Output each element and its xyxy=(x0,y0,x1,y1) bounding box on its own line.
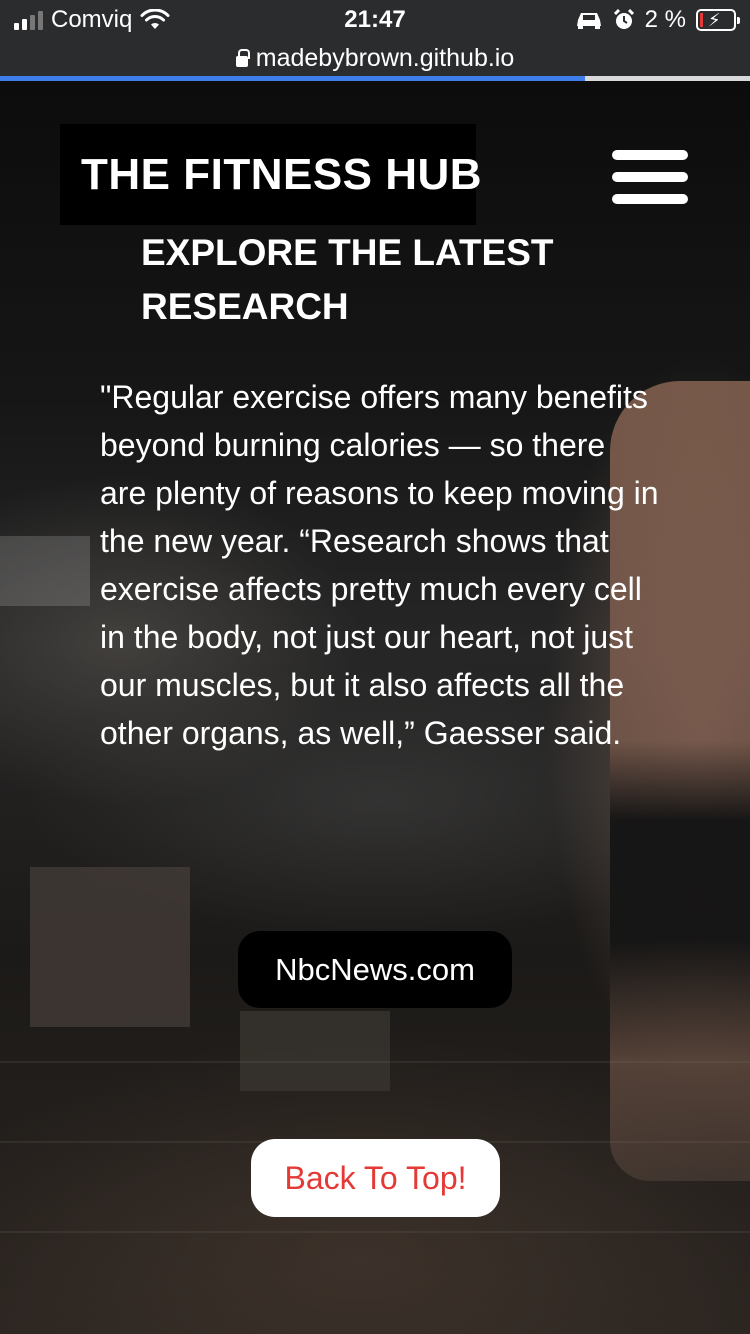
page-headline: EXPLORE THE LATEST RESEARCH xyxy=(141,232,554,327)
lock-icon xyxy=(235,48,250,67)
status-bar: Comviq 21:47 2 % ⚡ xyxy=(0,0,750,40)
url-text: madebybrown.github.io xyxy=(255,43,515,72)
source-link-button[interactable]: NbcNews.com xyxy=(238,931,512,1008)
menu-bar xyxy=(612,172,688,182)
address-bar[interactable]: madebybrown.github.io xyxy=(0,40,750,76)
site-logo[interactable]: THE FITNESS HUB xyxy=(60,124,482,225)
gym-sign xyxy=(0,536,90,606)
plyo-box xyxy=(240,1011,390,1091)
battery-percent: 2 % xyxy=(644,6,686,33)
floor-line xyxy=(0,1231,750,1233)
alarm-icon xyxy=(613,9,634,29)
status-right: 2 % ⚡ xyxy=(575,6,740,34)
menu-bar xyxy=(612,194,688,204)
logo-text: THE FITNESS HUB xyxy=(81,149,483,199)
hamburger-menu-button[interactable] xyxy=(608,148,690,212)
car-icon xyxy=(576,13,601,29)
back-to-top-button[interactable]: Back To Top! xyxy=(251,1139,500,1217)
plyo-box xyxy=(30,867,190,1027)
menu-bar xyxy=(612,150,688,160)
floor-line xyxy=(0,1061,750,1063)
research-quote: "Regular exercise offers many benefits b… xyxy=(100,379,659,751)
battery-icon: ⚡ xyxy=(696,9,740,31)
